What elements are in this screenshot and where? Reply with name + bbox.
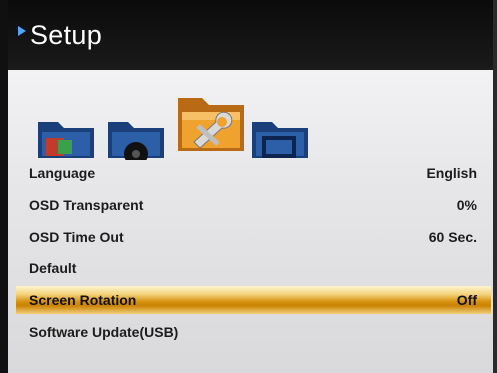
setup-folder-icon[interactable] <box>176 92 246 154</box>
menu-item-osd-transparent[interactable]: OSD Transparent 0% <box>16 191 491 219</box>
category-icons <box>8 70 493 160</box>
screen-bezel-right <box>493 0 497 373</box>
menu-item-label: OSD Time Out <box>29 229 124 245</box>
menu-item-language[interactable]: Language English <box>16 159 491 187</box>
menu-item-osd-time-out[interactable]: OSD Time Out 60 Sec. <box>16 223 491 251</box>
sound-folder-icon[interactable] <box>106 114 166 160</box>
menu-item-value: 60 Sec. <box>428 229 477 245</box>
menu-item-value: Off <box>456 292 477 308</box>
title-arrow-icon <box>18 26 26 36</box>
menu-item-label: Language <box>29 165 96 181</box>
page-title: Setup <box>30 20 103 50</box>
menu-item-label: Default <box>29 260 77 276</box>
menu-item-screen-rotation[interactable]: Screen Rotation Off <box>16 286 491 314</box>
menu-item-default[interactable]: Default <box>16 254 491 282</box>
header-bar: Setup <box>8 0 493 70</box>
menu-item-value: 0% <box>456 197 477 213</box>
screen-bezel-left <box>0 0 8 373</box>
setup-panel: Language English OSD Transparent 0% OSD … <box>8 70 493 373</box>
picture-folder-icon[interactable] <box>36 114 96 160</box>
screen-folder-icon[interactable] <box>250 114 310 160</box>
menu-item-value: English <box>426 165 477 181</box>
menu-item-label: Screen Rotation <box>29 292 137 308</box>
menu-item-label: Software Update(USB) <box>29 324 179 340</box>
setup-menu: Language English OSD Transparent 0% OSD … <box>16 158 491 370</box>
menu-item-software-update[interactable]: Software Update(USB) <box>16 318 491 346</box>
menu-item-label: OSD Transparent <box>29 197 144 213</box>
